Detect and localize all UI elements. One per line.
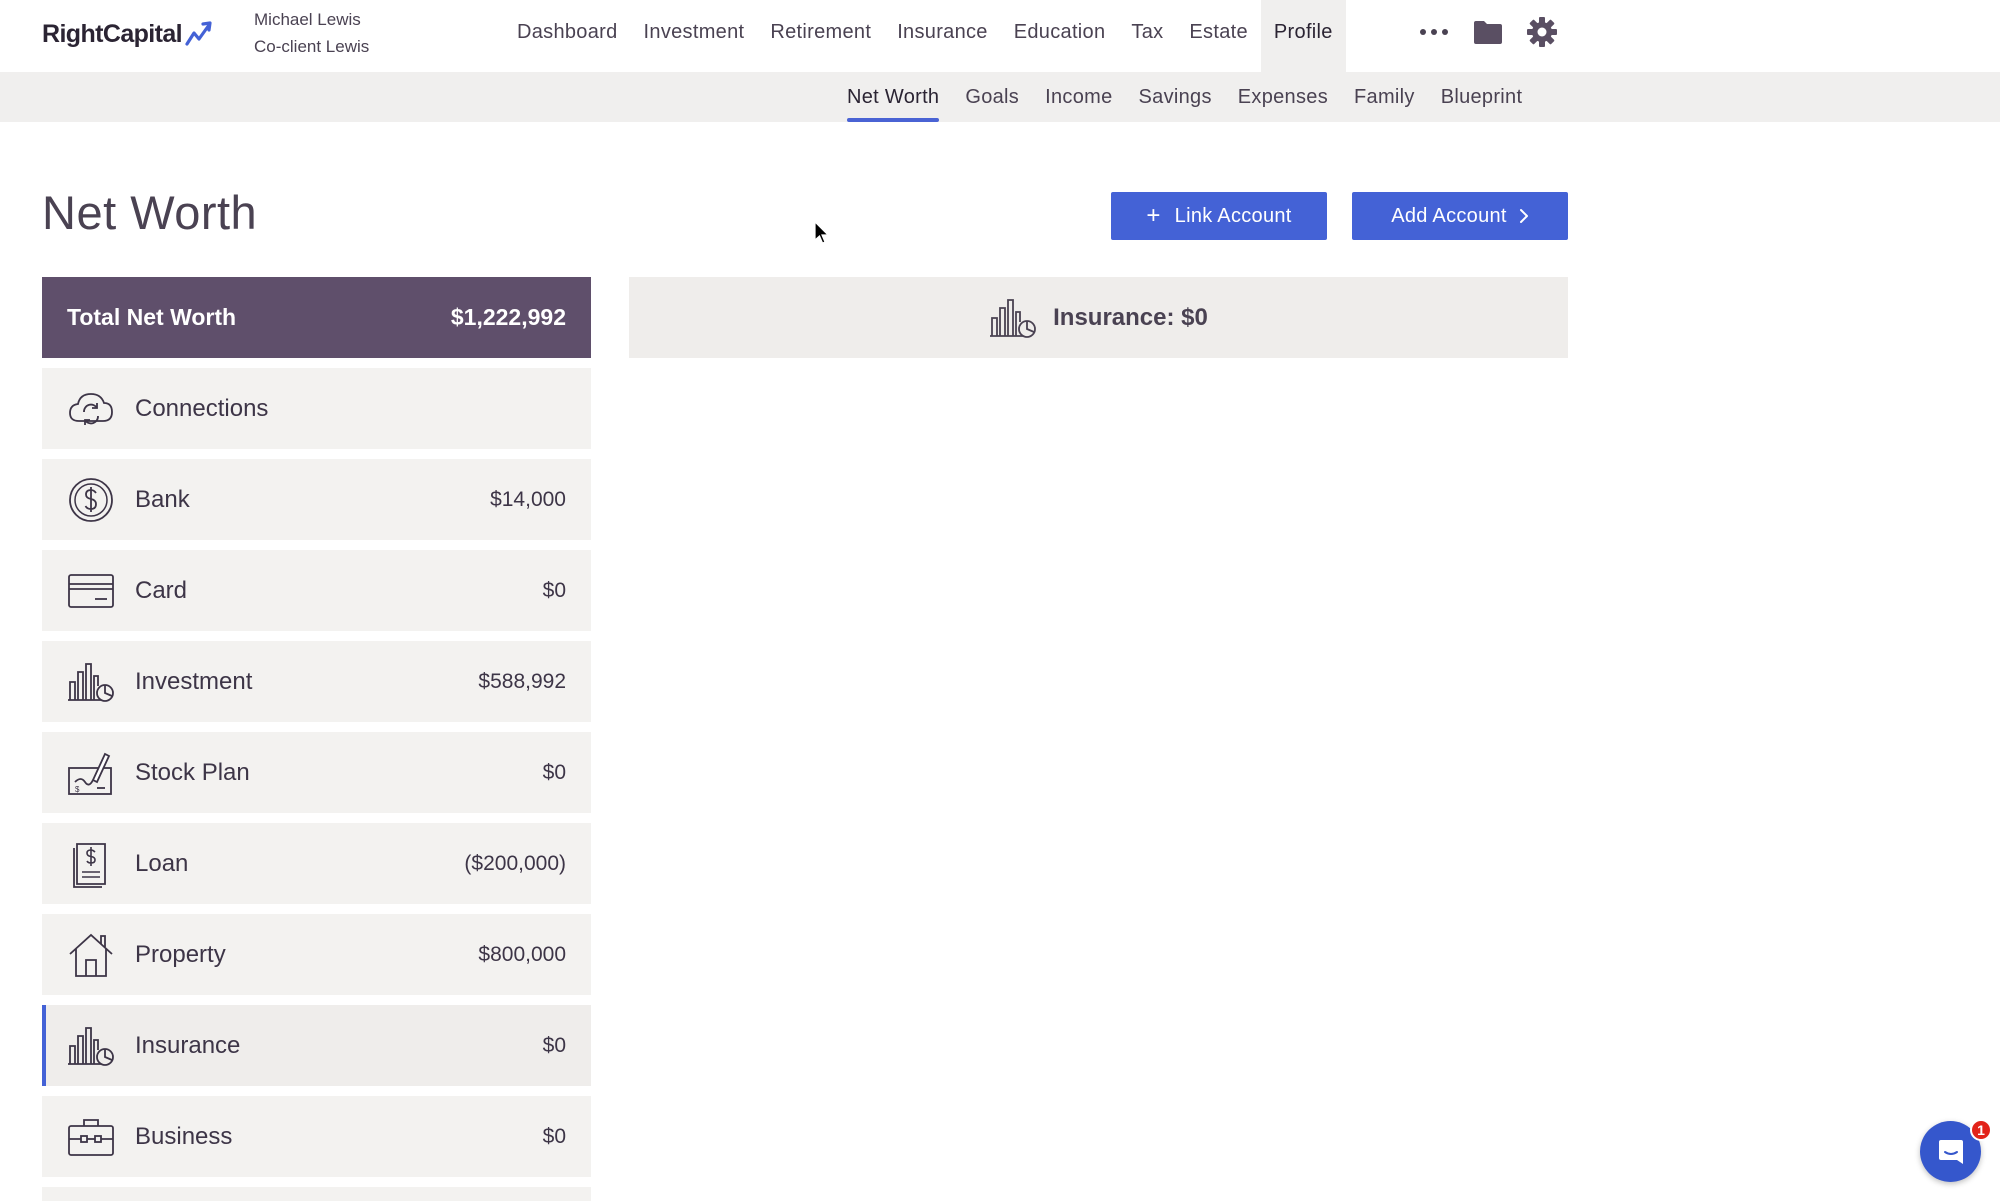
category-bank[interactable]: Bank $14,000 (42, 459, 591, 540)
logo-trend-icon (185, 21, 212, 46)
insurance-chart-icon (67, 1022, 115, 1070)
nav-insurance[interactable]: Insurance (884, 0, 1001, 72)
sub-nav: Net Worth Goals Income Savings Expenses … (834, 72, 1535, 122)
category-label: Connections (135, 394, 269, 422)
category-property[interactable]: Property $800,000 (42, 914, 591, 995)
insurance-chart-icon (989, 294, 1037, 342)
category-value: $0 (542, 1033, 566, 1057)
nav-icon-group (1416, 12, 1560, 52)
category-label: Loan (135, 849, 189, 877)
net-worth-category-list: Total Net Worth $1,222,992 Connections B… (42, 277, 591, 1201)
tab-expenses[interactable]: Expenses (1225, 72, 1341, 122)
nav-investment[interactable]: Investment (631, 0, 758, 72)
chat-notification-badge: 1 (1970, 1119, 1992, 1141)
chevron-right-icon (1519, 209, 1528, 223)
investment-chart-icon (67, 658, 115, 706)
category-value: $800,000 (478, 942, 566, 966)
category-label: Business (135, 1122, 233, 1150)
total-net-worth-value: $1,222,992 (450, 304, 566, 330)
credit-card-icon (67, 567, 115, 615)
category-stock-plan[interactable]: $ Stock Plan $0 (42, 732, 591, 813)
stock-plan-icon: $ (67, 749, 115, 797)
svg-text:$: $ (75, 785, 80, 794)
link-account-button[interactable]: + Link Account (1111, 192, 1327, 240)
category-value: $0 (542, 578, 566, 602)
nav-retirement[interactable]: Retirement (757, 0, 884, 72)
category-loan[interactable]: Loan ($200,000) (42, 823, 591, 904)
category-label: Investment (135, 667, 253, 695)
category-value: $588,992 (478, 669, 566, 693)
category-value: $0 (542, 760, 566, 784)
cloud-sync-icon (67, 385, 115, 433)
nav-dashboard[interactable]: Dashboard (504, 0, 631, 72)
client-secondary-name: Co-client Lewis (254, 37, 370, 56)
tab-family[interactable]: Family (1341, 72, 1428, 122)
folder-icon[interactable] (1470, 14, 1506, 50)
category-investment[interactable]: Investment $588,992 (42, 641, 591, 722)
plus-icon: + (1146, 202, 1161, 229)
more-icon[interactable] (1416, 14, 1452, 50)
total-net-worth-row: Total Net Worth $1,222,992 (42, 277, 591, 358)
nav-estate[interactable]: Estate (1176, 0, 1261, 72)
category-label: Bank (135, 485, 190, 513)
category-label: Card (135, 576, 188, 604)
mouse-cursor-icon (814, 221, 830, 244)
sub-navbar: Net Worth Goals Income Savings Expenses … (0, 72, 2000, 122)
category-value: ($200,000) (464, 851, 566, 875)
client-primary-name: Michael Lewis (254, 10, 361, 29)
category-business[interactable]: Business $0 (42, 1096, 591, 1177)
page-title: Net Worth (42, 186, 258, 239)
category-label: Property (135, 940, 226, 968)
insurance-detail-heading: Insurance: $0 (1053, 303, 1208, 331)
briefcase-icon (67, 1113, 115, 1161)
add-account-button[interactable]: Add Account (1352, 192, 1568, 240)
category-next-partial[interactable] (42, 1187, 591, 1201)
add-account-label: Add Account (1391, 204, 1507, 227)
tab-goals[interactable]: Goals (952, 72, 1032, 122)
tab-net-worth[interactable]: Net Worth (834, 72, 952, 122)
total-net-worth-label: Total Net Worth (67, 304, 237, 330)
category-connections[interactable]: Connections (42, 368, 591, 449)
nav-education[interactable]: Education (1001, 0, 1119, 72)
category-value: $0 (542, 1124, 566, 1148)
category-label: Insurance (135, 1031, 241, 1059)
logo-text: RightCapital (42, 19, 183, 48)
client-names[interactable]: Michael Lewis Co-client Lewis (254, 6, 369, 60)
category-card[interactable]: Card $0 (42, 550, 591, 631)
nav-profile[interactable]: Profile (1260, 0, 1346, 72)
top-navbar: RightCapital Michael Lewis Co-client Lew… (0, 0, 2000, 72)
dollar-coin-icon (67, 476, 115, 524)
chat-bubble-icon (1938, 1139, 1963, 1164)
main-nav: Dashboard Investment Retirement Insuranc… (504, 0, 1346, 72)
category-label: Stock Plan (135, 758, 250, 786)
insurance-detail-header: Insurance: $0 (629, 277, 1568, 358)
nav-tax[interactable]: Tax (1118, 0, 1176, 72)
tab-blueprint[interactable]: Blueprint (1428, 72, 1536, 122)
house-icon (67, 931, 115, 979)
category-value: $14,000 (490, 487, 566, 511)
tab-savings[interactable]: Savings (1126, 72, 1225, 122)
gear-icon[interactable] (1524, 14, 1560, 50)
rightcapital-logo[interactable]: RightCapital (42, 14, 214, 54)
category-insurance[interactable]: Insurance $0 (42, 1005, 591, 1086)
loan-document-icon (67, 840, 115, 888)
link-account-label: Link Account (1174, 204, 1292, 227)
tab-income[interactable]: Income (1032, 72, 1125, 122)
